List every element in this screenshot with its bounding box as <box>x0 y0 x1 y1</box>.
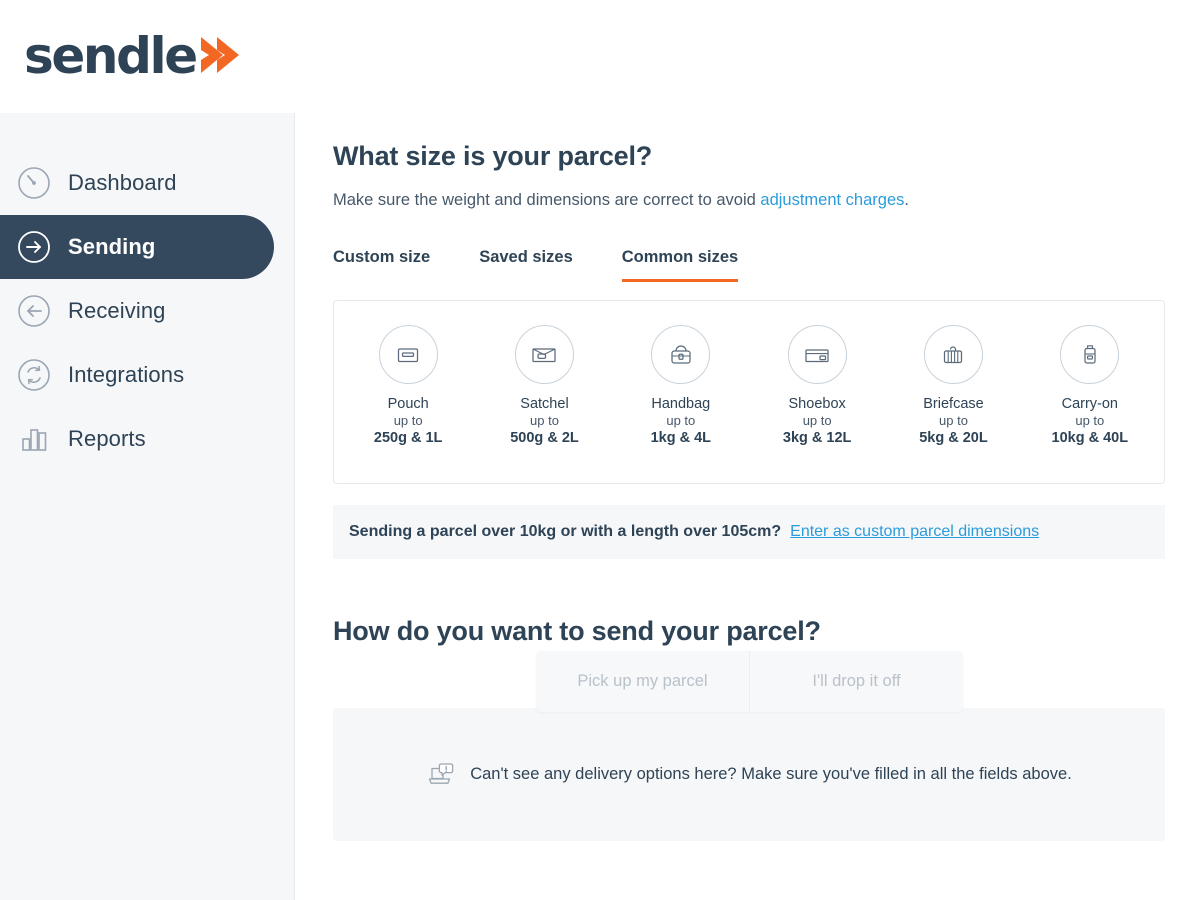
oversize-notice-text: Sending a parcel over 10kg or with a len… <box>349 523 782 540</box>
pouch-icon <box>378 325 438 384</box>
size-option-limit: 250g & 1L <box>373 430 443 446</box>
sidebar-item-receiving[interactable]: Receiving <box>0 279 274 343</box>
sidebar-item-label: Reports <box>68 426 146 451</box>
size-option-name: Satchel <box>520 396 569 412</box>
subtitle-text-before: Make sure the weight and dimensions are … <box>333 191 761 209</box>
size-option-briefcase[interactable]: Briefcase up to 5kg & 20L <box>885 325 1021 447</box>
size-option-upto: up to <box>802 413 832 428</box>
size-option-name: Pouch <box>387 396 429 412</box>
size-option-satchel[interactable]: Satchel up to 500g & 2L <box>476 325 612 447</box>
size-option-limit: 500g & 2L <box>510 430 579 446</box>
delivery-method-toggle: Pick up my parcel I'll drop it off <box>536 651 963 712</box>
satchel-icon <box>514 325 574 384</box>
sendle-logo[interactable]: sendle <box>24 26 241 86</box>
chevron-right-icon <box>197 32 241 83</box>
sidebar-item-dashboard[interactable]: Dashboard <box>0 151 274 215</box>
laptop-alert-icon <box>426 761 456 789</box>
oversize-notice: Sending a parcel over 10kg or with a len… <box>333 505 1165 559</box>
main-content: What size is your parcel? Make sure the … <box>295 113 1200 900</box>
size-option-upto: up to <box>393 413 423 428</box>
send-options-area: Can't see any delivery options here? Mak… <box>333 651 1165 841</box>
carryon-icon <box>1060 325 1120 384</box>
adjustment-charges-link[interactable]: adjustment charges <box>760 191 904 209</box>
toggle-pick-up-my-parcel[interactable]: Pick up my parcel <box>536 651 749 712</box>
size-option-name: Handbag <box>651 396 711 412</box>
size-option-carry-on[interactable]: Carry-on up to 10kg & 40L <box>1022 325 1158 447</box>
app-root: sendle Dashboard Sending Receiving Integ… <box>0 0 1200 900</box>
page-title: What size is your parcel? <box>333 141 653 171</box>
logo-wordmark: sendle <box>24 27 198 85</box>
sync-circle-icon <box>16 357 52 393</box>
sidebar-item-label: Receiving <box>68 298 166 323</box>
arrow-left-circle-icon <box>16 293 52 329</box>
briefcase-icon <box>923 325 983 384</box>
sidebar-item-reports[interactable]: Reports <box>0 407 274 471</box>
sidebar-item-label: Integrations <box>68 362 185 387</box>
size-option-upto: up to <box>666 413 696 428</box>
size-option-limit: 3kg & 12L <box>782 430 852 446</box>
size-option-pouch[interactable]: Pouch up to 250g & 1L <box>340 325 476 447</box>
empty-state-text: Can't see any delivery options here? Mak… <box>470 765 1072 783</box>
size-option-upto: up to <box>939 413 968 428</box>
sidebar-item-sending[interactable]: Sending <box>0 215 274 279</box>
size-option-name: Shoebox <box>788 396 846 412</box>
bar-chart-icon <box>16 421 52 457</box>
send-section-title: How do you want to send your parcel? <box>333 616 821 646</box>
size-option-limit: 10kg & 40L <box>1051 430 1129 446</box>
sidebar: Dashboard Sending Receiving Integrations… <box>0 113 295 900</box>
tab-common-sizes[interactable]: Common sizes <box>621 248 739 282</box>
page-subtitle: Make sure the weight and dimensions are … <box>333 191 1165 210</box>
sidebar-item-label: Sending <box>68 234 156 259</box>
app-header: sendle <box>0 0 1200 113</box>
size-option-name: Briefcase <box>923 396 984 412</box>
arrow-right-circle-icon <box>16 229 52 265</box>
delivery-options-panel: Can't see any delivery options here? Mak… <box>333 708 1165 841</box>
size-tabs: Custom size Saved sizes Common sizes <box>333 236 1165 282</box>
tab-custom-size[interactable]: Custom size <box>333 248 430 282</box>
toggle-ill-drop-it-off[interactable]: I'll drop it off <box>749 651 963 712</box>
tab-saved-sizes[interactable]: Saved sizes <box>479 248 573 282</box>
sidebar-item-integrations[interactable]: Integrations <box>0 343 274 407</box>
shoebox-icon <box>787 325 847 384</box>
custom-parcel-dimensions-link[interactable]: Enter as custom parcel dimensions <box>790 523 1039 541</box>
sidebar-item-label: Dashboard <box>68 170 177 195</box>
size-option-limit: 5kg & 20L <box>919 430 988 446</box>
size-option-upto: up to <box>530 413 559 428</box>
size-option-limit: 1kg & 4L <box>650 430 712 446</box>
handbag-icon <box>651 325 711 384</box>
empty-state-message: Can't see any delivery options here? Mak… <box>426 761 1072 789</box>
common-sizes-panel: Pouch up to 250g & 1L Satchel up to 500g… <box>333 300 1165 484</box>
size-option-name: Carry-on <box>1061 396 1118 412</box>
gauge-icon <box>16 165 52 201</box>
subtitle-text-after: . <box>904 191 909 209</box>
size-option-handbag[interactable]: Handbag up to 1kg & 4L <box>613 325 749 447</box>
size-option-shoebox[interactable]: Shoebox up to 3kg & 12L <box>749 325 885 447</box>
size-option-upto: up to <box>1075 413 1105 428</box>
